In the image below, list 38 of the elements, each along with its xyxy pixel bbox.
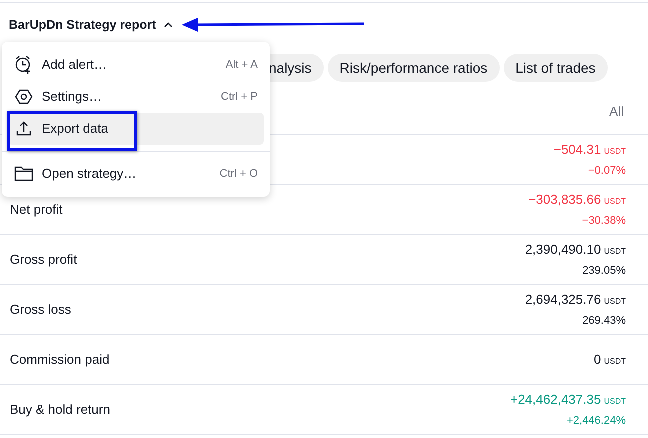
column-header: All xyxy=(610,102,624,121)
menu-item-label: Settings… xyxy=(42,88,103,106)
metric-label: Net profit xyxy=(10,200,63,219)
menu-item[interactable]: Export data xyxy=(8,113,264,145)
metric-value: 2,694,325.76 xyxy=(525,291,602,309)
menu-item-label: Add alert… xyxy=(42,56,108,74)
settings-icon xyxy=(14,87,34,107)
folder-icon xyxy=(14,165,34,183)
shortcut-hint: Ctrl + O xyxy=(220,166,258,182)
upload-icon xyxy=(15,120,33,138)
metric-percent: −0.07% xyxy=(588,164,626,178)
arrow-icon xyxy=(181,17,366,33)
tab[interactable]: Risk/performance ratios xyxy=(328,54,500,82)
currency-unit: USDT xyxy=(604,396,626,408)
currency-unit: USDT xyxy=(604,196,626,208)
metric-value: 2,390,490.10 xyxy=(525,241,602,259)
tab[interactable]: List of trades xyxy=(504,54,608,82)
report-title: BarUpDn Strategy report xyxy=(9,16,156,34)
metric-percent: 239.05% xyxy=(582,264,626,278)
shortcut-hint: Ctrl + P xyxy=(221,90,258,105)
metric-label: Gross loss xyxy=(10,300,72,319)
metric-value: −504.31 xyxy=(554,141,602,159)
metric-value: −303,835.66 xyxy=(528,191,602,209)
metric-percent: −30.38% xyxy=(582,214,626,228)
currency-unit: USDT xyxy=(604,246,626,258)
metric-percent: +2,446.24% xyxy=(566,414,626,428)
metric-percent: 269.43% xyxy=(582,314,626,328)
metric-label: Buy & hold return xyxy=(10,400,110,419)
metric-value: +24,462,437.35 xyxy=(510,391,602,409)
metric-value: 0 xyxy=(594,350,602,369)
menu-item-label: Open strategy… xyxy=(42,165,138,184)
menu-item-label: Export data xyxy=(42,120,110,138)
currency-unit: USDT xyxy=(604,146,626,158)
metric-label: Commission paid xyxy=(10,350,110,369)
chevron-up-icon[interactable] xyxy=(164,22,174,28)
currency-unit: USDT xyxy=(604,356,626,368)
metric-label: Gross profit xyxy=(10,250,78,269)
currency-unit: USDT xyxy=(604,296,626,308)
